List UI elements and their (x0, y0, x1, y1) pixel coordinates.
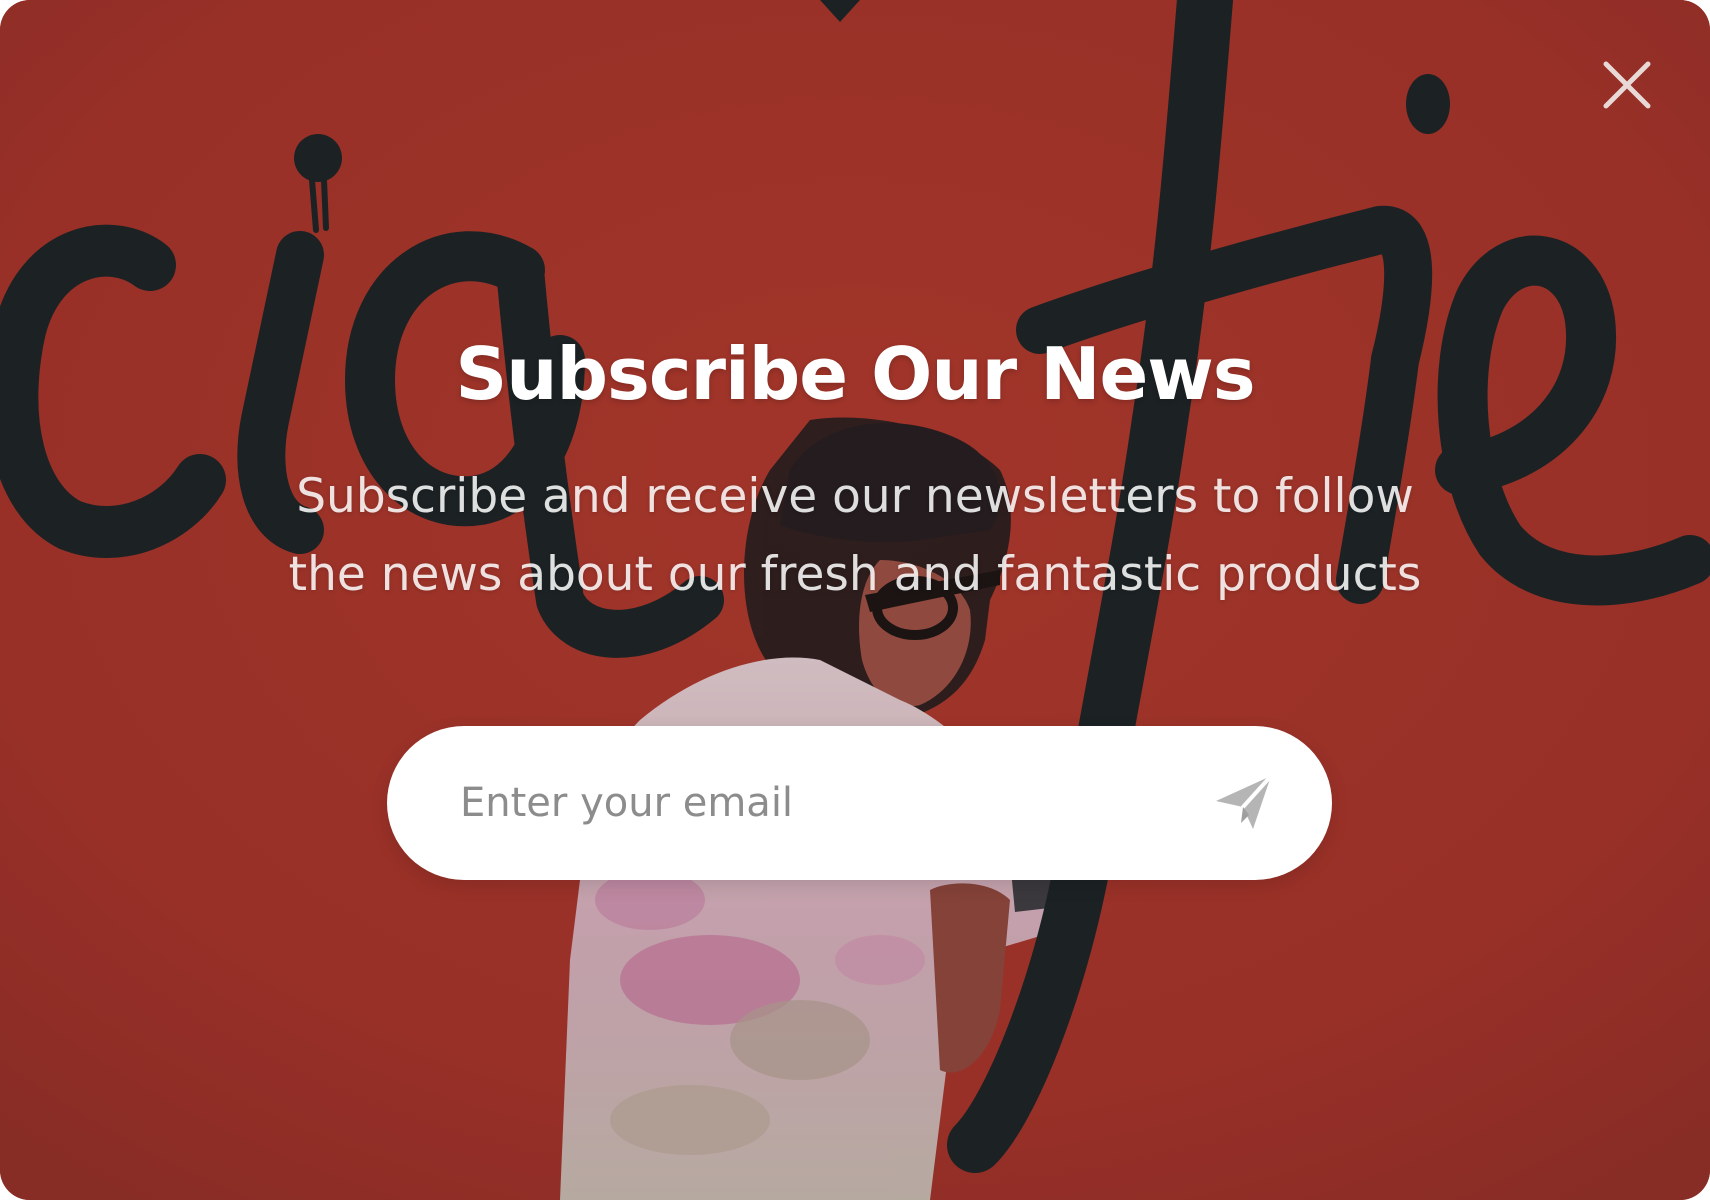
send-button[interactable] (1213, 771, 1275, 833)
description-line-1: Subscribe and receive our newsletters to… (296, 469, 1414, 524)
description-line-2: the news about our fresh and fantastic p… (288, 547, 1422, 602)
subscribe-popup: Subscribe Our News Subscribe and receive… (0, 0, 1710, 1200)
popup-title: Subscribe Our News (455, 332, 1255, 416)
paper-plane-icon (1216, 774, 1273, 829)
close-icon (1603, 61, 1651, 109)
close-button[interactable] (1598, 56, 1656, 114)
email-input[interactable] (460, 766, 1160, 840)
email-form (387, 726, 1332, 880)
popup-description: Subscribe and receive our newsletters to… (255, 458, 1455, 614)
